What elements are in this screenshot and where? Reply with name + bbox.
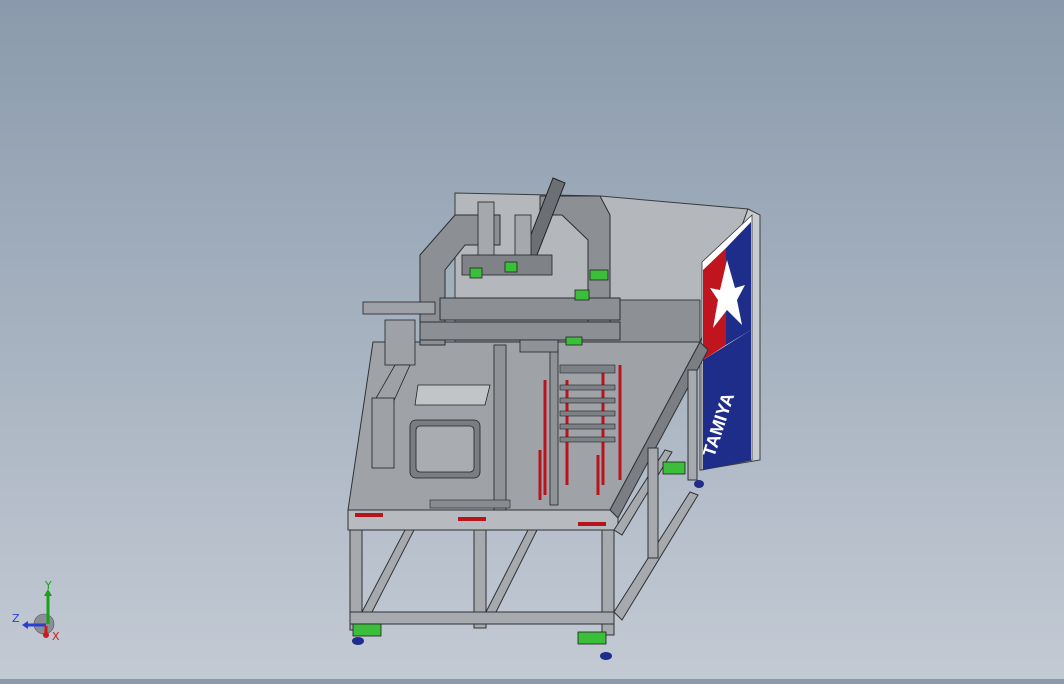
machine-model: TAMIYA	[347, 177, 761, 660]
base-plate	[429, 499, 511, 509]
y-axis-label: Y	[44, 580, 52, 592]
view-orientation-triad[interactable]: Y Z X	[8, 579, 68, 644]
z-axis-label: Z	[12, 612, 20, 625]
x-axis-label: X	[52, 630, 60, 643]
graphics-viewport[interactable]: TAMIYA	[0, 0, 1064, 679]
